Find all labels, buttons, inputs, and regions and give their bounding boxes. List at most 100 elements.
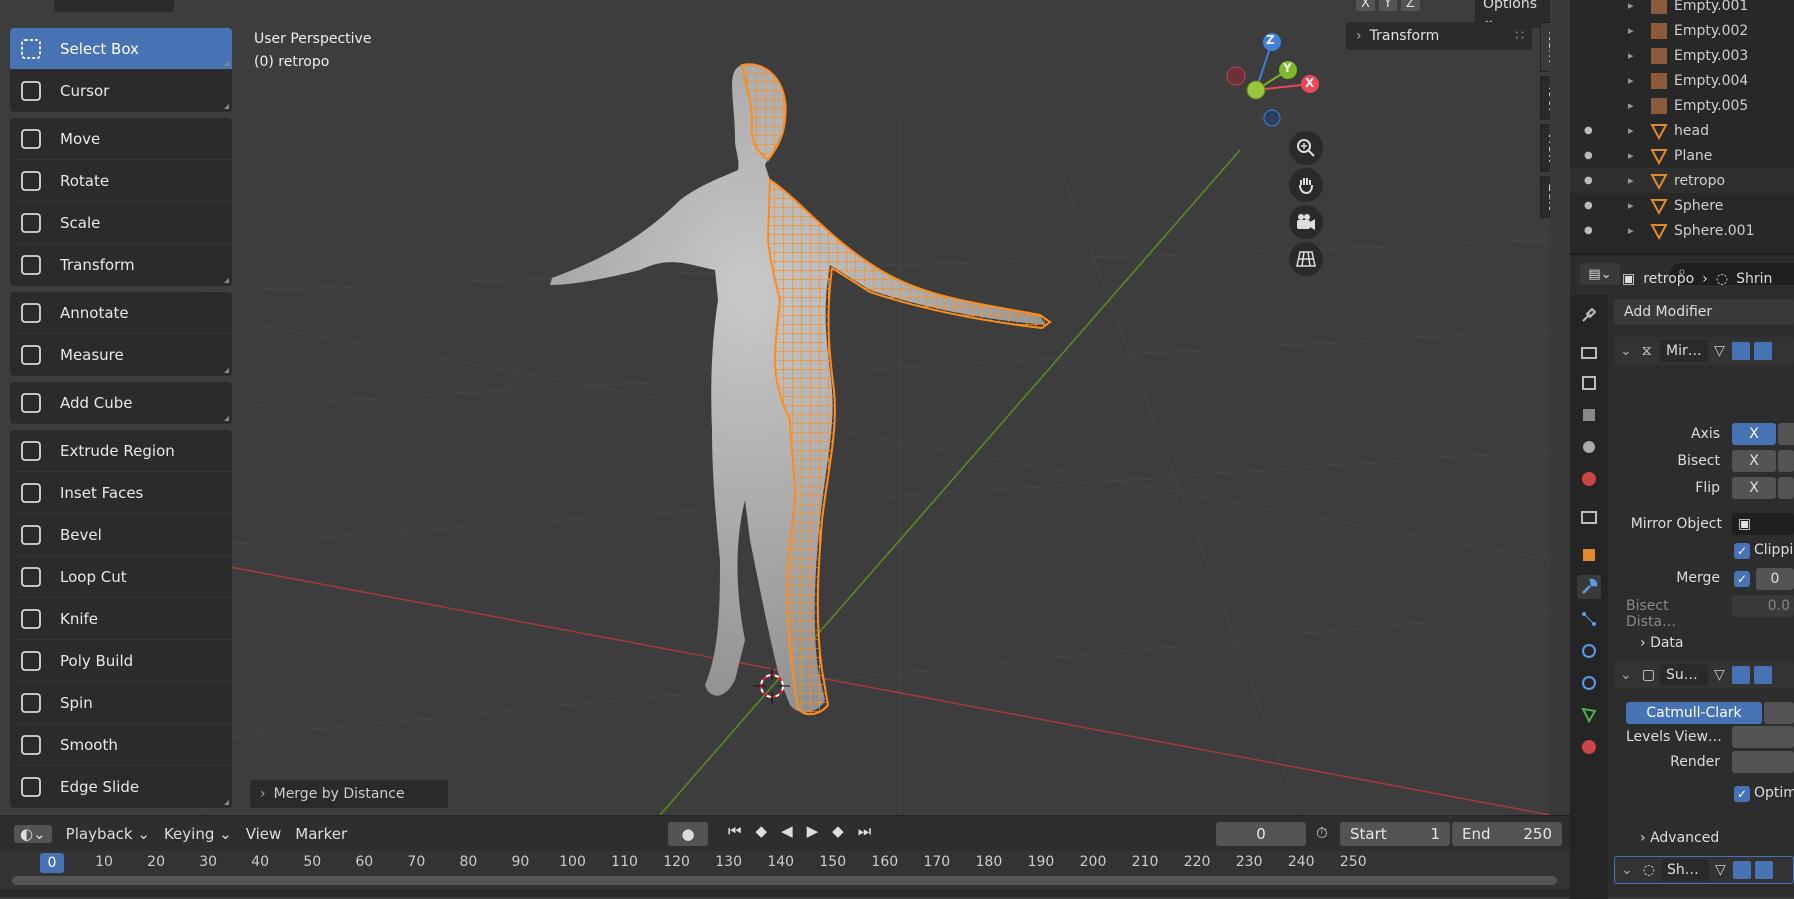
collection-tab-icon[interactable] [1577, 505, 1601, 529]
outliner-row[interactable]: ▸ Empty.003 [1570, 43, 1794, 68]
outliner-row[interactable]: ● ▸ Plane [1570, 143, 1794, 168]
bisect-distance-field[interactable]: 0.0 [1732, 595, 1794, 617]
outliner-row[interactable]: ● ▸ retropo [1570, 168, 1794, 193]
jump-start-icon[interactable]: ⏮ [728, 822, 742, 840]
playback-menu[interactable]: Playback ⌄ [66, 825, 150, 843]
collapse-chevron-icon[interactable]: ⌄ [1620, 667, 1632, 683]
bisect-y-toggle[interactable] [1778, 450, 1794, 472]
tool-knife[interactable]: Knife [10, 598, 232, 640]
visibility-dot-icon[interactable]: ● [1584, 125, 1593, 136]
simple-button[interactable] [1764, 702, 1794, 724]
expand-arrow-icon[interactable]: ▸ [1628, 49, 1634, 62]
cage-toggle-icon[interactable] [1733, 861, 1751, 879]
zoom-icon[interactable] [1289, 131, 1323, 165]
expand-arrow-icon[interactable]: ▸ [1628, 124, 1634, 137]
prev-keyframe-icon[interactable]: ◆ [756, 822, 768, 840]
tool-cursor[interactable]: Cursor [10, 70, 232, 112]
tool-scale[interactable]: Scale [10, 202, 232, 244]
tool-bevel[interactable]: Bevel [10, 514, 232, 556]
merge-checkbox[interactable]: ✓ [1734, 571, 1750, 587]
expand-arrow-icon[interactable]: ▸ [1628, 174, 1634, 187]
shrinkwrap-modifier-name[interactable]: Sh… [1661, 859, 1709, 881]
clipping-checkbox[interactable]: ✓ [1734, 543, 1750, 559]
jump-end-icon[interactable]: ⏭ [858, 822, 872, 840]
modifier-tab-icon[interactable] [1577, 575, 1601, 599]
expand-arrow-icon[interactable]: ▸ [1628, 0, 1634, 12]
expand-arrow-icon[interactable]: ▸ [1628, 199, 1634, 212]
advanced-subpanel[interactable]: › Advanced [1640, 830, 1719, 846]
optimal-display-checkbox[interactable]: ✓ [1734, 786, 1750, 802]
marker-menu[interactable]: Marker [295, 825, 347, 843]
tool-annotate[interactable]: Annotate [10, 292, 232, 334]
data-tab-icon[interactable] [1577, 703, 1601, 727]
keying-menu[interactable]: Keying ⌄ [164, 825, 232, 843]
transform-panel[interactable]: › Transform ∷ [1346, 22, 1532, 50]
render-levels-field[interactable] [1732, 751, 1794, 773]
view-menu[interactable]: View [246, 825, 282, 843]
axis-y-toggle[interactable] [1778, 423, 1794, 445]
data-subpanel[interactable]: › Data [1640, 635, 1684, 651]
outliner-row[interactable]: ▸ Empty.002 [1570, 18, 1794, 43]
mirror-y-toggle[interactable]: Y [1378, 0, 1397, 11]
edit-mode-toggle-icon[interactable]: ▽ [1714, 343, 1725, 359]
outliner-row[interactable]: ▸ Empty.004 [1570, 68, 1794, 93]
outliner-row[interactable]: ▸ Empty.001 [1570, 0, 1794, 18]
tool-extrude-region[interactable]: Extrude Region [10, 430, 232, 472]
tab-edit[interactable]: Edit [1540, 176, 1550, 218]
perspective-toggle-icon[interactable] [1289, 242, 1323, 276]
next-keyframe-icon[interactable]: ◆ [832, 822, 844, 840]
editor-type-icon[interactable]: ◐⌄ [14, 824, 52, 843]
tool-select-box[interactable]: Select Box [10, 28, 232, 70]
tool-smooth[interactable]: Smooth [10, 724, 232, 766]
outliner-row[interactable]: ● ▸ Sphere [1570, 193, 1794, 218]
tool-rotate[interactable]: Rotate [10, 160, 232, 202]
timeline-scrollbar[interactable] [12, 876, 1557, 885]
tool-transform[interactable]: Transform [10, 244, 232, 286]
axis-x-toggle[interactable]: X [1732, 423, 1776, 445]
tool-poly-build[interactable]: Poly Build [10, 640, 232, 682]
last-operator-panel[interactable]: › Merge by Distance [250, 780, 448, 808]
outliner-row[interactable]: ▸ Empty.005 [1570, 93, 1794, 118]
current-frame-field[interactable]: 0 [1216, 822, 1306, 846]
output-tab-icon[interactable] [1577, 371, 1601, 395]
render-tab-icon[interactable] [1577, 340, 1601, 364]
mirror-x-toggle[interactable]: X [1356, 0, 1375, 11]
subsurf-modifier-name[interactable]: Su… [1660, 664, 1708, 686]
tab-item[interactable]: Item [1540, 22, 1550, 72]
select-mode-buttons[interactable] [54, 0, 174, 12]
current-frame-indicator[interactable]: 0 [40, 853, 64, 873]
record-icon[interactable]: ● [668, 822, 708, 846]
edit-mode-toggle-icon[interactable]: ▽ [1715, 862, 1726, 878]
tab-view[interactable]: View [1540, 124, 1550, 172]
3d-viewport[interactable]: Z Y X User Perspective (0) retropo X Y Z… [0, 0, 1550, 815]
expand-arrow-icon[interactable]: ▸ [1628, 24, 1634, 37]
tool-inset-faces[interactable]: Inset Faces [10, 472, 232, 514]
tool-spin[interactable]: Spin [10, 682, 232, 724]
tool-tab-icon[interactable] [1577, 303, 1601, 327]
mirror-z-toggle[interactable]: Z [1400, 0, 1420, 11]
flip-y-toggle[interactable] [1778, 477, 1794, 499]
visibility-dot-icon[interactable]: ● [1584, 225, 1593, 236]
realtime-toggle-icon[interactable] [1754, 342, 1772, 360]
realtime-toggle-icon[interactable] [1755, 861, 1773, 879]
start-frame-field[interactable]: Start 1 [1340, 822, 1450, 846]
material-tab-icon[interactable] [1577, 735, 1601, 759]
tool-add-cube[interactable]: Add Cube [10, 382, 232, 424]
visibility-dot-icon[interactable]: ● [1584, 200, 1593, 211]
editor-type-menu-icon[interactable]: ▤⌄ [1580, 263, 1620, 285]
tab-tool[interactable]: Tool [1540, 76, 1550, 120]
play-reverse-icon[interactable]: ◀ [781, 822, 793, 840]
object-tab-icon[interactable] [1577, 543, 1601, 567]
particles-tab-icon[interactable] [1577, 607, 1601, 631]
bisect-x-toggle[interactable]: X [1732, 450, 1776, 472]
merge-distance-field[interactable]: 0 [1756, 568, 1794, 590]
expand-arrow-icon[interactable]: ▸ [1628, 224, 1634, 237]
tool-loop-cut[interactable]: Loop Cut [10, 556, 232, 598]
expand-arrow-icon[interactable]: ▸ [1628, 74, 1634, 87]
view-layer-tab-icon[interactable] [1577, 403, 1601, 427]
visibility-dot-icon[interactable]: ● [1584, 150, 1593, 161]
catmull-clark-button[interactable]: Catmull-Clark [1626, 702, 1762, 724]
tool-edge-slide[interactable]: Edge Slide [10, 766, 232, 808]
visibility-dot-icon[interactable]: ● [1584, 175, 1593, 186]
physics-tab-icon[interactable] [1577, 639, 1601, 663]
